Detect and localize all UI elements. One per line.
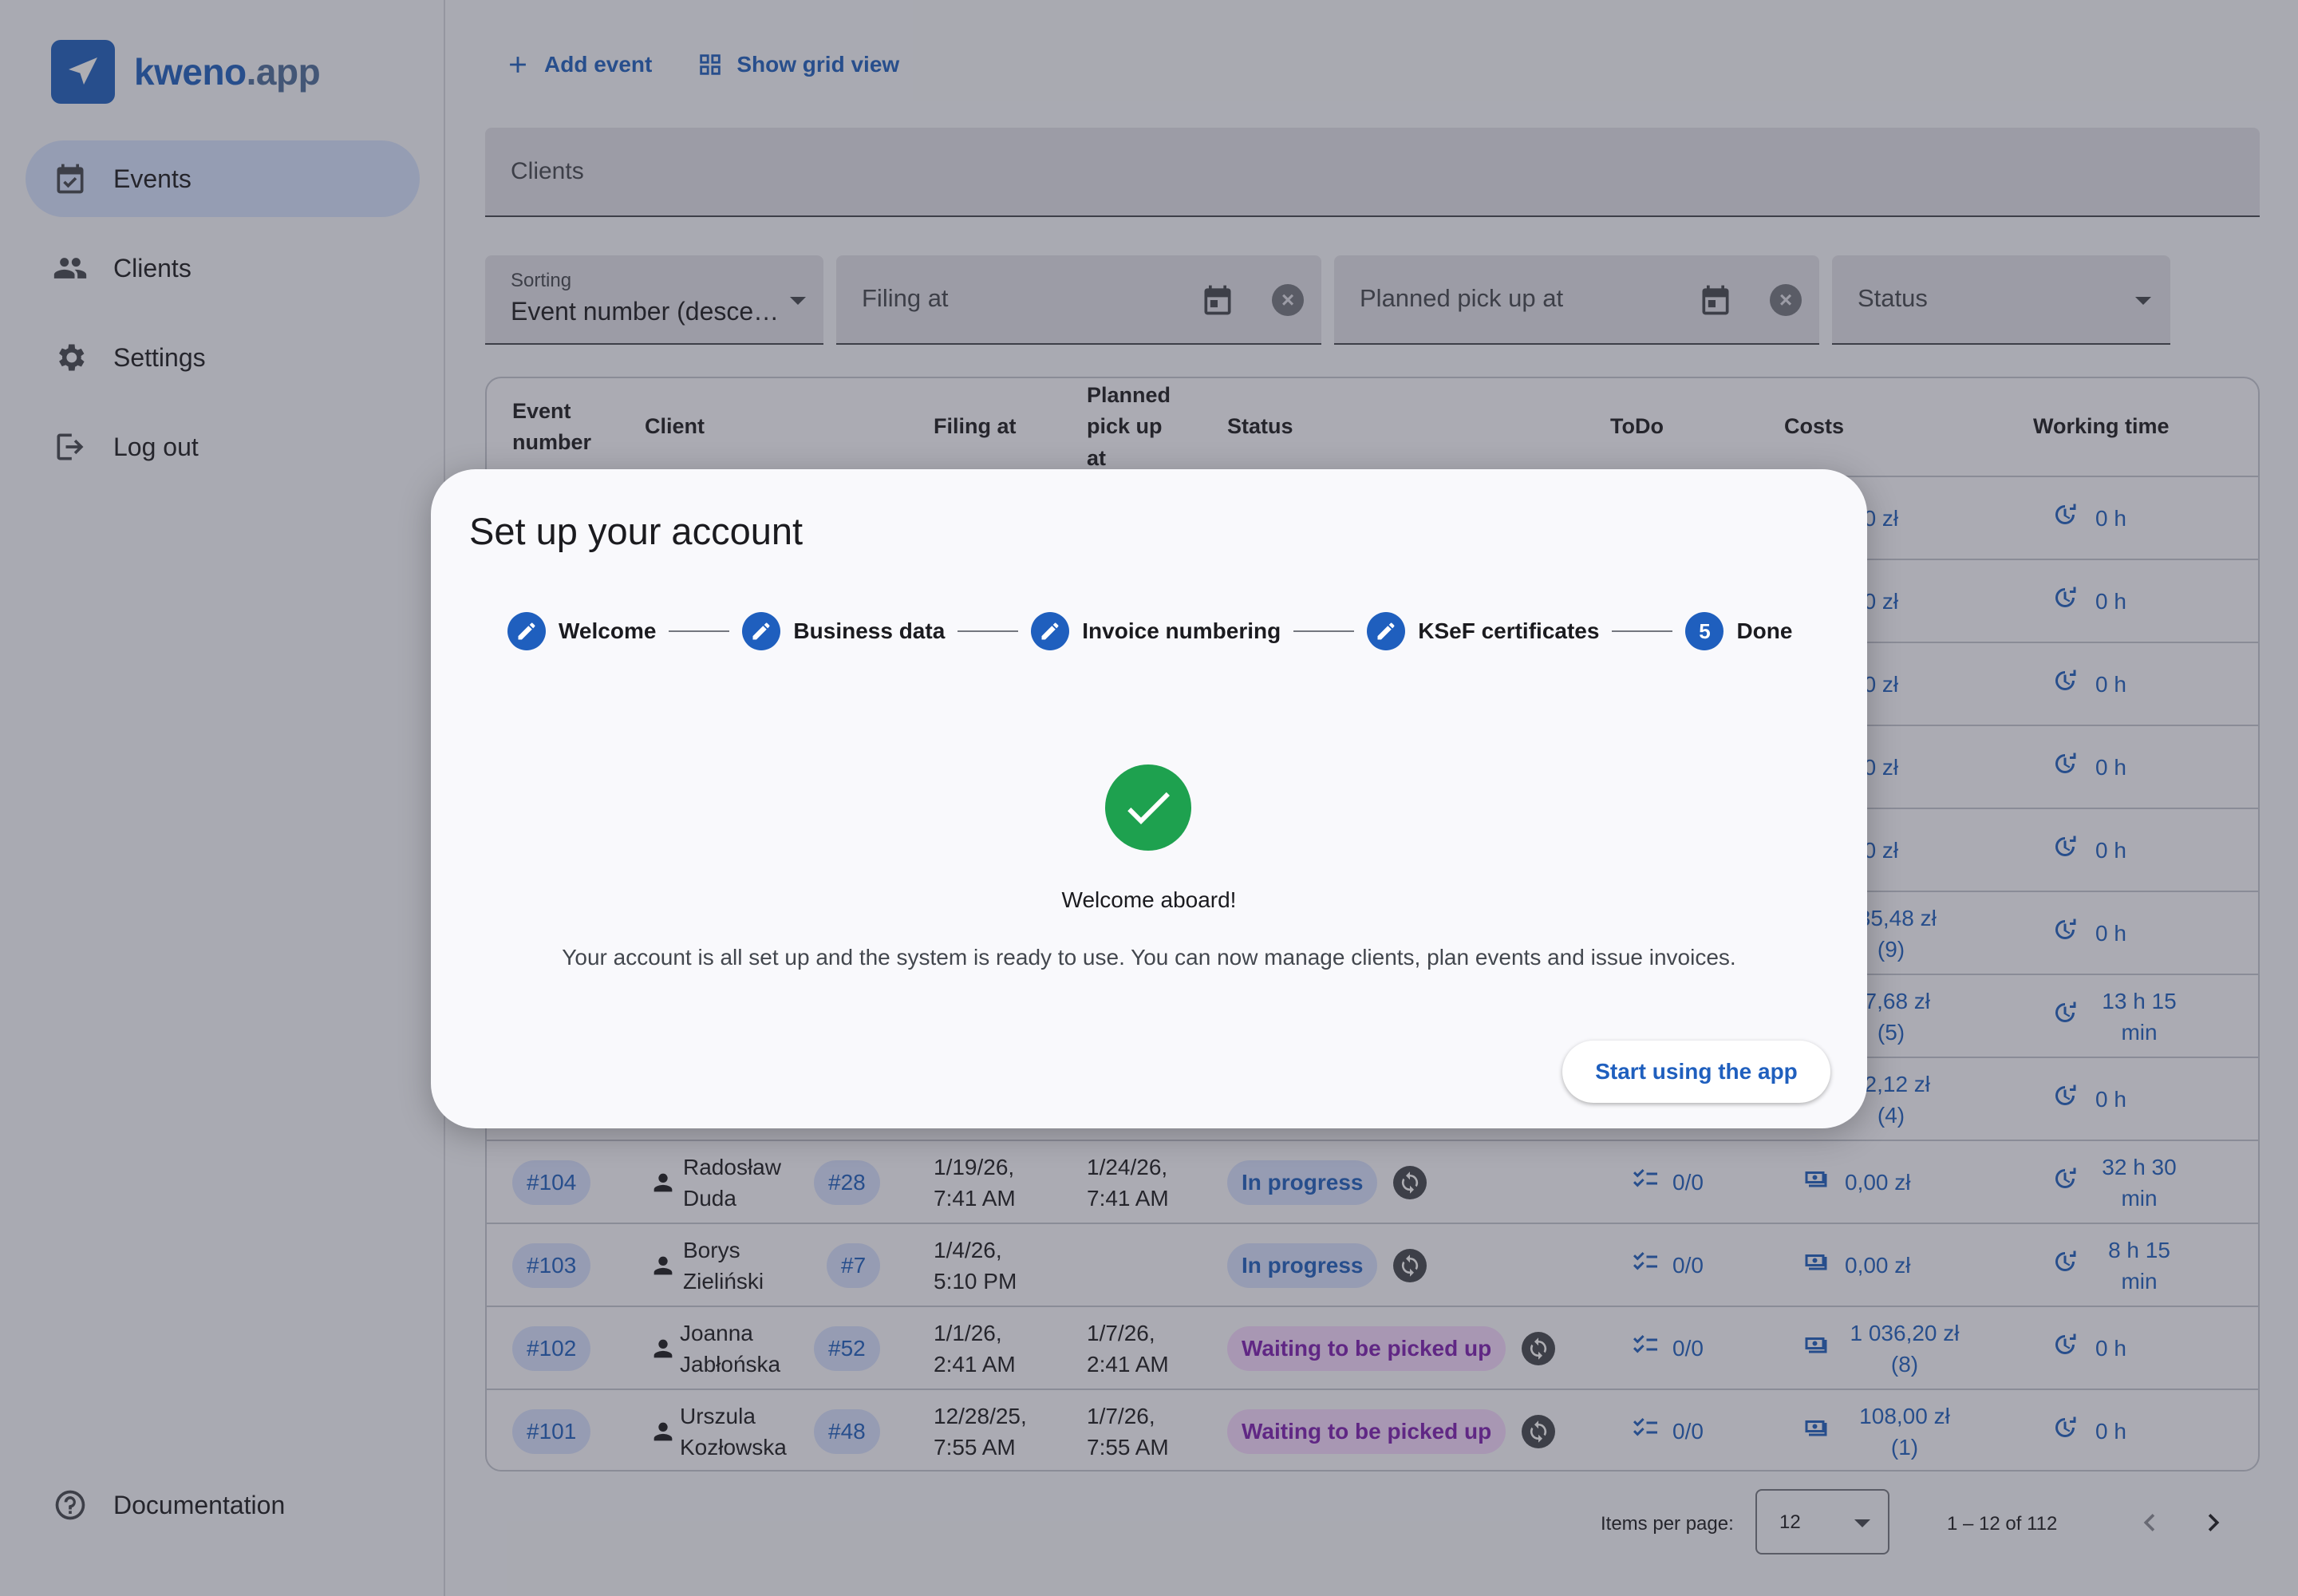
start-using-app-button[interactable]: Start using the app [1562, 1041, 1830, 1103]
step-label: KSeF certificates [1418, 618, 1600, 643]
step-label: Welcome [559, 618, 657, 643]
pencil-icon [1367, 612, 1406, 650]
step-ksef-certificates[interactable]: KSeF certificates [1367, 612, 1599, 650]
setup-account-dialog: Set up your account Welcome Business dat… [431, 469, 1867, 1128]
setup-stepper: Welcome Business data Invoice numbering … [507, 611, 1792, 651]
dialog-title: Set up your account [469, 510, 804, 552]
step-number: 5 [1685, 612, 1724, 650]
app-root: kweno.app Events Clients Settings Log ou… [0, 0, 2298, 1596]
success-check-icon [1105, 764, 1191, 851]
step-invoice-numbering[interactable]: Invoice numbering [1031, 612, 1281, 650]
step-connector [958, 630, 1019, 632]
success-description: Your account is all set up and the syste… [562, 945, 1736, 970]
step-connector [669, 630, 730, 632]
step-label: Done [1736, 618, 1793, 643]
step-business-data[interactable]: Business data [742, 612, 945, 650]
pencil-icon [1031, 612, 1070, 650]
step-connector [1293, 630, 1355, 632]
pencil-icon [742, 612, 781, 650]
step-done[interactable]: 5 Done [1685, 612, 1792, 650]
pencil-icon [507, 612, 546, 650]
success-heading: Welcome aboard! [1061, 887, 1237, 912]
step-label: Invoice numbering [1082, 618, 1281, 643]
step-welcome[interactable]: Welcome [507, 612, 656, 650]
step-label: Business data [793, 618, 946, 643]
step-connector [1612, 630, 1673, 632]
